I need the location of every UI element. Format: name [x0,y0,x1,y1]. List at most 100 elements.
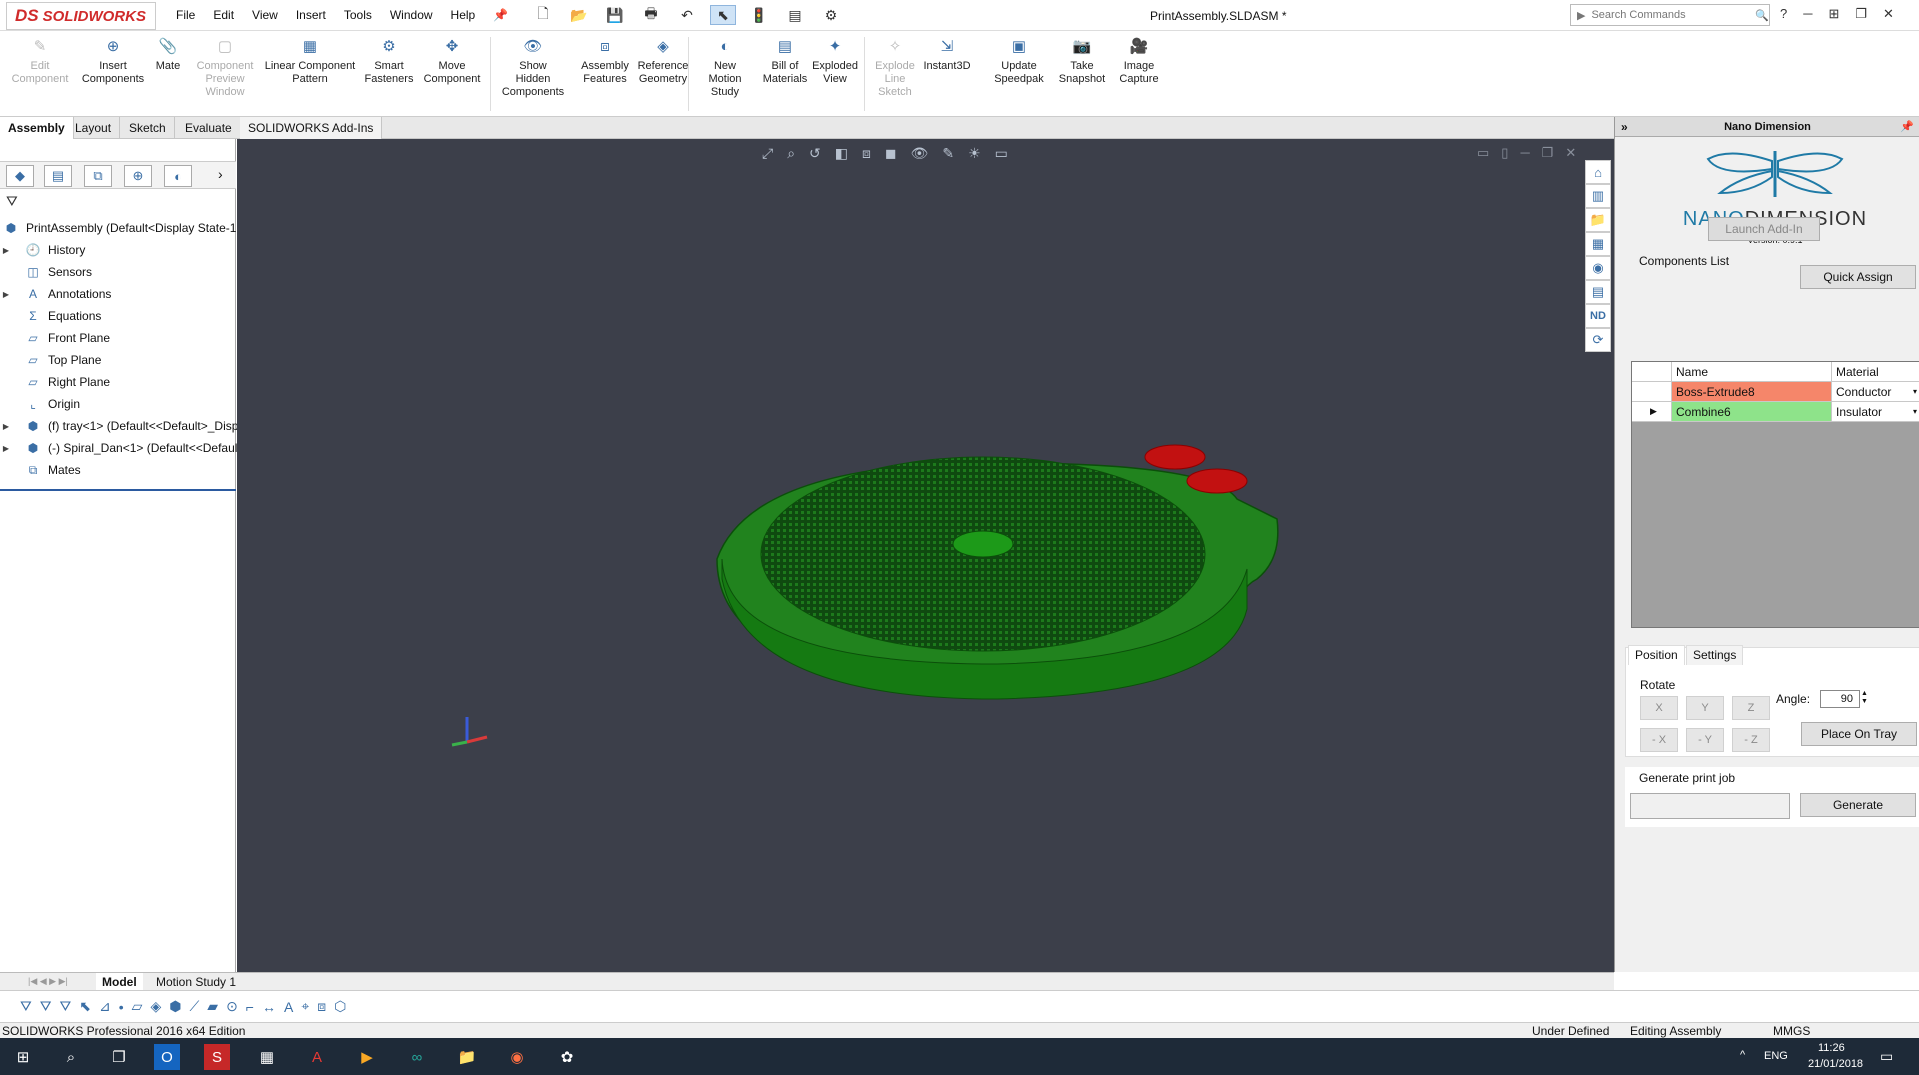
quick-assign-button[interactable]: Quick Assign [1800,265,1916,289]
select-vertices-icon[interactable]: • [119,999,124,1015]
appearances-icon[interactable]: ◉ [1585,256,1611,280]
chevron-down-icon[interactable]: ▾ [1913,387,1919,396]
reference-geometry-button[interactable]: ◈ Reference Geometry [633,37,693,86]
tab-position[interactable]: Position [1628,645,1685,665]
firefox-icon[interactable]: ◉ [504,1044,530,1070]
rollback-bar[interactable] [0,489,236,491]
chevron-down-icon[interactable]: ▾ [1913,407,1919,416]
move-component-button[interactable]: ✥ Move Component [422,37,482,86]
tree-item-annotations[interactable]: ▶ A Annotations [0,283,111,305]
rotate-y-button[interactable]: Y [1686,696,1724,720]
select-surfaces-icon[interactable]: ◈ [150,998,161,1015]
clear-filters-icon[interactable]: ⛛ [40,998,52,1015]
graphics-viewport[interactable]: ⤢ ⌕ ↺ ◧ ⧈ ◼ 👁 ✎ ☀ ▭ ▭ ▯ ─ ❐ ✕ [237,139,1614,972]
calculator-icon[interactable]: ▦ [254,1044,280,1070]
material-select[interactable]: Conductor ▾ [1832,382,1919,402]
mate-button[interactable]: 📎 Mate [150,37,186,73]
select-planes-icon[interactable]: ▰ [207,998,218,1015]
media-player-icon[interactable]: ▶ [354,1044,380,1070]
collapse-arrows-icon[interactable]: » [1621,117,1628,137]
select-edges-icon[interactable]: ⊿ [99,998,111,1015]
menu-view[interactable]: View [252,8,278,22]
panel-pin-icon[interactable]: 📌 [1900,117,1914,137]
file-properties-icon[interactable]: ▤ [782,5,808,25]
expand-icon[interactable]: ▶ [0,422,12,431]
tree-item-origin[interactable]: ⌞ Origin [0,393,80,415]
tree-item-top-plane[interactable]: ▱ Top Plane [0,349,101,371]
clock-date[interactable]: 21/01/2018 [1808,1058,1863,1070]
minimize-icon[interactable]: ─ [1803,6,1812,22]
filter-toggle-icon[interactable]: ⛛ [20,998,32,1015]
rotate-minus-z-button[interactable]: - Z [1732,728,1770,752]
column-header-material[interactable]: Material [1832,362,1919,382]
linear-component-pattern-button[interactable]: ▦ Linear Component Pattern [260,37,360,86]
undo-icon[interactable]: ↶ [674,5,700,25]
select-components-icon[interactable]: ⬡ [334,998,346,1015]
place-on-tray-button[interactable]: Place On Tray [1801,722,1917,746]
component-name-cell[interactable]: Combine6 [1672,402,1832,422]
options-gear-icon[interactable]: ⚙ [818,5,844,25]
pin-icon[interactable]: 📌 [493,8,508,22]
close-icon[interactable]: ✕ [1883,6,1894,22]
show-hidden-components-button[interactable]: 👁 Show Hidden Components [496,37,570,99]
tab-motion-study-1[interactable]: Motion Study 1 [150,973,242,991]
help-icon[interactable]: ? [1780,6,1787,22]
select-cursor-icon[interactable]: ⬉ [79,998,91,1015]
search-icon[interactable]: ⌕ [58,1044,84,1070]
tab-solidworks-add-ins[interactable]: SOLIDWORKS Add-Ins [240,117,383,139]
expand-arrow-icon[interactable]: › [218,166,223,182]
select-mates-icon[interactable]: ⧈ [317,998,326,1015]
tab-scroll-arrows-icon[interactable]: |◀ ◀ ▶ ▶| [28,976,68,987]
design-library-icon[interactable]: ▥ [1585,184,1611,208]
angle-spinner-icon[interactable]: ▲ ▼ [1861,690,1868,706]
configuration-manager-tab-icon[interactable]: ⧉ [84,165,112,187]
component-name-cell[interactable]: Boss-Extrude8 [1672,382,1832,402]
select-dimensions-icon[interactable]: ↔ [262,999,276,1015]
select-gtol-icon[interactable]: ⌖ [301,998,309,1015]
search-icon[interactable]: 🔍 [1755,9,1769,22]
assembly-features-button[interactable]: ⧈ Assembly Features [575,37,635,86]
menu-edit[interactable]: Edit [213,8,234,22]
menu-help[interactable]: Help [451,8,476,22]
tab-sketch[interactable]: Sketch [121,117,175,139]
clock-time[interactable]: 11:26 [1818,1042,1845,1054]
solidworks-resources-home-icon[interactable]: ⌂ [1585,160,1611,184]
menu-tools[interactable]: Tools [344,8,372,22]
solidworks-forum-icon[interactable]: ⟳ [1585,328,1611,352]
open-folder-icon[interactable]: 📂 [566,5,592,25]
select-axes-icon[interactable]: ⟋ [189,998,199,1015]
edit-component-button[interactable]: ✎ Edit Component [10,37,70,86]
tree-item-tray-component[interactable]: ▶ ⬢ (f) tray<1> (Default<<Default>_Disp [0,415,239,437]
dimxpert-tab-icon[interactable]: ⊕ [124,165,152,187]
tile-icon[interactable]: ⊞ [1828,6,1839,22]
notifications-icon[interactable]: ▭ [1880,1048,1893,1065]
component-preview-window-button[interactable]: ▢ Component Preview Window [190,37,260,99]
app-taskbar-icon[interactable]: ✿ [554,1044,580,1070]
expand-icon[interactable]: ▶ [0,290,12,299]
explode-line-sketch-button[interactable]: ✧ Explode Line Sketch [865,37,925,99]
filter-icon[interactable]: ⛛ [6,193,18,210]
tree-item-right-plane[interactable]: ▱ Right Plane [0,371,110,393]
insert-components-button[interactable]: ⊕ Insert Components [78,37,148,86]
generate-button[interactable]: Generate [1800,793,1916,817]
tree-item-sensors[interactable]: ◫ Sensors [0,261,92,283]
tab-model[interactable]: Model [96,973,143,991]
material-select[interactable]: Insulator ▾ [1832,402,1919,422]
tree-item-equations[interactable]: Σ Equations [0,305,101,327]
nano-dimension-icon[interactable]: ND [1585,304,1611,328]
search-type-icon[interactable]: ▶ [1577,9,1585,22]
unit-system-select[interactable]: MMGS [1773,1024,1810,1038]
rotate-minus-x-button[interactable]: - X [1640,728,1678,752]
take-snapshot-button[interactable]: 📷 Take Snapshot [1055,37,1109,86]
rotate-z-button[interactable]: Z [1732,696,1770,720]
select-cursor-icon[interactable]: ⬉ [710,5,736,25]
tray-model[interactable] [716,444,1279,700]
arduino-icon[interactable]: ∞ [404,1044,430,1070]
tree-item-mates[interactable]: ⧉ Mates [0,459,81,481]
new-motion-study-button[interactable]: ◐ New Motion Study [700,37,750,99]
select-solid-bodies-icon[interactable]: ⬢ [169,998,181,1015]
windows-start-icon[interactable]: ⊞ [10,1044,36,1070]
solidworks-taskbar-icon[interactable]: S [204,1044,230,1070]
select-points-icon[interactable]: ⊙ [226,998,238,1015]
bill-of-materials-button[interactable]: ▤ Bill of Materials [755,37,815,86]
